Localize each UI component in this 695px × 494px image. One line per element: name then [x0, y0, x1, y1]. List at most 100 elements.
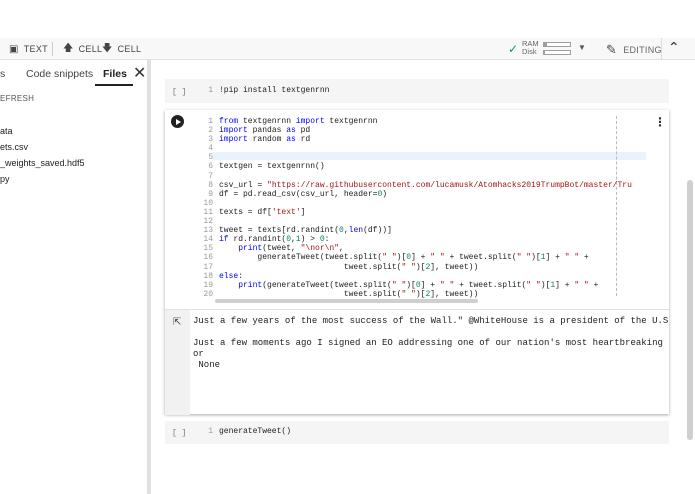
cell-run-prompt[interactable]: [ ]: [172, 429, 186, 438]
runtime-dropdown-icon[interactable]: ▼: [578, 43, 586, 52]
line-number: 18: [203, 271, 213, 281]
collapse-header-icon[interactable]: ⌃: [668, 39, 680, 56]
editing-mode[interactable]: ✎ EDITING: [606, 42, 662, 58]
tab-code-snippets[interactable]: Code snippets: [26, 68, 93, 80]
code-token: (df))]: [363, 226, 392, 236]
cell-editor[interactable]: 1 generateTweet(): [199, 427, 291, 436]
move-cell-up-button[interactable]: 🡅 CELL: [63, 41, 102, 57]
code-token: + tweet.split(: [444, 253, 517, 263]
code-token: )[: [396, 253, 407, 263]
code-token: :: [324, 235, 330, 245]
code-token: :: [238, 271, 244, 281]
move-cell-up-label: CELL: [78, 44, 103, 54]
horizontal-scrollbar[interactable]: [215, 299, 478, 303]
code-token: rd: [295, 135, 311, 145]
code-token: " ": [430, 253, 445, 263]
code-token: 'text': [271, 207, 301, 217]
code-token: pandas: [247, 126, 287, 136]
code-token: ], tweet)): [430, 262, 479, 272]
toolbar-divider-2: [661, 38, 662, 60]
code-token: " ": [564, 253, 580, 263]
code-token: " ": [516, 253, 532, 263]
tab-files[interactable]: Files: [103, 68, 127, 80]
line-number: 2: [208, 126, 213, 136]
line-number: 17: [203, 262, 213, 272]
code-token: )[: [531, 253, 541, 263]
cell-editor[interactable]: 1 !pip install textgenrnn: [199, 86, 329, 95]
line-number: 3: [208, 135, 213, 145]
move-cell-down-button[interactable]: 🡇 CELL: [102, 41, 141, 57]
code-token: )[: [406, 280, 416, 290]
editing-label: EDITING: [623, 45, 662, 55]
cell-output: ⇱ Just a few years of the most success o…: [165, 309, 669, 415]
code-token: import: [219, 126, 248, 136]
file-item-weights-hdf5[interactable]: _weights_saved.hdf5: [0, 158, 85, 168]
code-token: (tweet,: [262, 244, 301, 254]
ram-usage-bar: [543, 42, 571, 47]
code-token: rd.randint(: [228, 235, 287, 245]
refresh-button[interactable]: EFRESH: [0, 94, 34, 103]
clear-output-icon[interactable]: ⇱: [173, 317, 181, 328]
resource-monitor[interactable]: RAM Disk: [522, 40, 539, 56]
code-token: ] +: [545, 253, 565, 263]
line-number: 15: [203, 244, 213, 254]
code-token: generateTweet(tweet.split(: [219, 253, 383, 263]
line-number: 20: [203, 289, 213, 299]
code-token: )[: [415, 289, 426, 299]
toolbar-divider: [52, 42, 53, 56]
line-number: 7: [208, 171, 213, 181]
code-token: tweet.split(: [219, 289, 402, 299]
tab-table-of-contents[interactable]: s: [0, 68, 5, 80]
code-token: " ": [391, 280, 407, 290]
code-token: pd: [295, 126, 311, 136]
code-token: (generateTweet(tweet.split(: [262, 280, 392, 290]
cell-run-prompt[interactable]: [ ]: [172, 88, 186, 97]
toolbar: ▣ TEXT 🡅 CELL 🡇 CELL ✓ RAM Disk ▼ ✎ EDIT…: [0, 38, 695, 60]
line-number: 10: [203, 198, 213, 208]
code-token: )[: [415, 262, 426, 272]
code-token: texts = df[: [219, 207, 272, 217]
code-token: +: [579, 253, 589, 263]
run-cell-button[interactable]: [171, 115, 184, 128]
code-token: ) >: [300, 235, 320, 245]
code-token: as: [286, 126, 296, 136]
files-sidebar: s Code snippets Files ✕ EFRESH ata ets.c…: [0, 60, 151, 494]
code-token: len: [348, 226, 364, 236]
code-line: generateTweet(): [219, 427, 292, 436]
code-token: ] +: [420, 280, 440, 290]
code-token: ] +: [555, 280, 575, 290]
code-token: tweet.split(: [219, 262, 402, 272]
pencil-icon: ✎: [606, 42, 618, 57]
add-text-button[interactable]: ▣ TEXT: [9, 41, 48, 57]
cell-editor[interactable]: 1 from textgenrnn import textgenrnn 2 impo…: [199, 117, 632, 299]
code-token: )[: [540, 280, 551, 290]
line-number: 4: [208, 144, 213, 154]
active-tab-indicator: [95, 84, 133, 86]
vertical-scrollbar[interactable]: [687, 180, 693, 440]
arrow-down-icon: 🡇: [102, 42, 113, 54]
connected-check-icon: ✓: [508, 42, 519, 56]
code-token: csv_url =: [219, 180, 268, 190]
line-number: 5: [208, 153, 213, 163]
code-token: print: [238, 280, 263, 290]
line-number: 8: [208, 180, 213, 190]
disk-usage-fill: [544, 51, 546, 54]
code-token: import: [295, 117, 325, 126]
code-token: textgenrnn: [324, 117, 378, 126]
code-token: df = pd.read_csv(csv_url, header=: [219, 189, 378, 199]
code-token: ): [382, 189, 388, 199]
code-token: " ": [401, 262, 416, 272]
file-item-py[interactable]: py: [0, 174, 10, 184]
file-item-sample-data[interactable]: ata: [0, 126, 13, 136]
line-number: 14: [203, 235, 213, 245]
close-icon[interactable]: ✕: [133, 63, 146, 83]
file-item-tweets-csv[interactable]: ets.csv: [0, 142, 28, 152]
code-token: "https://raw.githubusercontent.com/lucam…: [267, 180, 632, 190]
add-text-label: TEXT: [23, 44, 48, 54]
ram-usage-fill: [544, 43, 547, 46]
code-token: import: [219, 135, 248, 145]
disk-label: Disk: [522, 47, 537, 56]
more-options-icon[interactable]: ⋮: [654, 115, 666, 129]
disk-usage-bar: [543, 50, 571, 55]
code-token: "\nor\n": [300, 244, 340, 254]
